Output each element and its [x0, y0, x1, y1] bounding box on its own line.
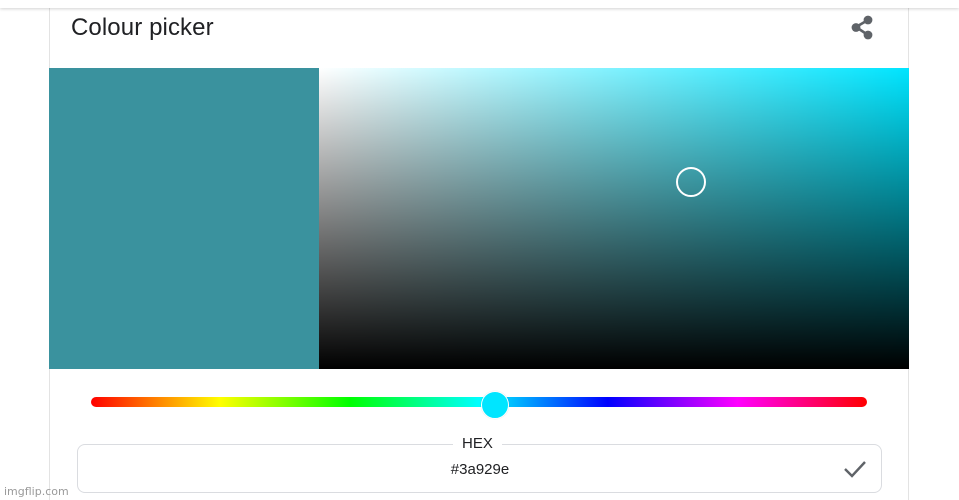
check-icon	[844, 461, 866, 478]
hex-label: HEX	[453, 435, 502, 452]
hex-input[interactable]	[350, 459, 610, 479]
colour-picker-page: Colour picker HEX imgflip.com	[0, 0, 959, 500]
hue-slider-track[interactable]	[91, 397, 867, 407]
watermark-text: imgflip.com	[4, 485, 69, 498]
top-bar-shadow	[0, 0, 959, 8]
share-icon	[851, 15, 873, 40]
page-title: Colour picker	[71, 14, 214, 41]
share-button[interactable]	[846, 12, 878, 44]
confirm-button[interactable]	[842, 458, 868, 480]
color-preview-swatch	[49, 68, 319, 369]
hue-slider-thumb[interactable]	[480, 391, 509, 419]
saturation-value-area[interactable]	[319, 68, 909, 369]
saturation-value-handle[interactable]	[675, 167, 706, 198]
